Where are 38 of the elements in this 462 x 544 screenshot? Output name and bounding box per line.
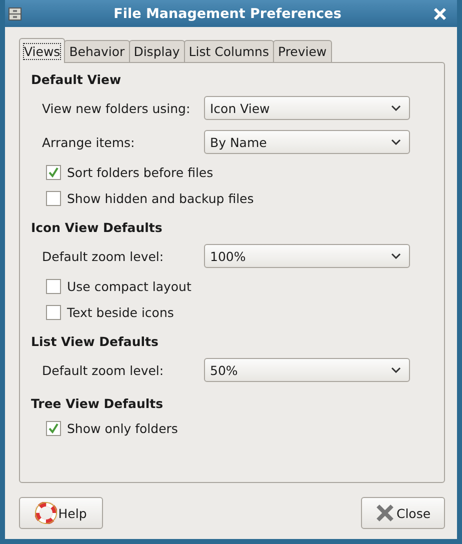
help-button[interactable]: Help: [19, 497, 103, 529]
field-label: Arrange items:: [42, 134, 136, 150]
checkbox-label: Show only folders: [67, 420, 178, 436]
window-title: File Management Preferences: [112, 6, 342, 22]
close-icon[interactable]: [433, 6, 447, 20]
tab[interactable]: Views: [19, 38, 66, 63]
close-button[interactable]: Close: [361, 497, 445, 529]
caret-icon: [391, 367, 401, 373]
close-icon: [375, 503, 396, 523]
tab[interactable]: List Columns: [184, 40, 274, 62]
dropdown[interactable]: 50%: [204, 358, 410, 382]
checkbox[interactable]: [46, 278, 61, 294]
dropdown[interactable]: By Name: [204, 130, 410, 154]
caret-icon: [391, 139, 401, 145]
checkbox-label: Use compact layout: [67, 278, 192, 294]
tab[interactable]: Behavior: [64, 40, 130, 62]
section-heading: Tree View Defaults: [31, 396, 164, 413]
checkbox-label: Show hidden and backup files: [67, 190, 254, 206]
field-label: View new folders using:: [42, 100, 192, 116]
checkbox[interactable]: [46, 164, 61, 180]
dropdown[interactable]: 100%: [204, 244, 410, 268]
tab[interactable]: Preview: [273, 40, 332, 62]
checkbox[interactable]: [46, 190, 61, 206]
field-label: Default zoom level:: [42, 248, 165, 264]
field-label: Default zoom level:: [42, 362, 165, 378]
checkbox[interactable]: [46, 304, 61, 320]
caret-icon: [391, 105, 401, 111]
checkbox-label: Sort folders before files: [67, 164, 214, 180]
checkbox-label: Text beside icons: [67, 304, 174, 320]
tab[interactable]: Display: [128, 40, 185, 62]
section-heading: Default View: [31, 72, 122, 89]
cabinet-icon[interactable]: [8, 6, 22, 20]
lifebuoy-icon: [35, 502, 58, 524]
section-heading: Icon View Defaults: [31, 220, 164, 237]
section-heading: List View Defaults: [31, 334, 160, 351]
checkbox[interactable]: [46, 420, 61, 436]
dropdown[interactable]: Icon View: [204, 96, 410, 120]
caret-icon: [391, 253, 401, 259]
